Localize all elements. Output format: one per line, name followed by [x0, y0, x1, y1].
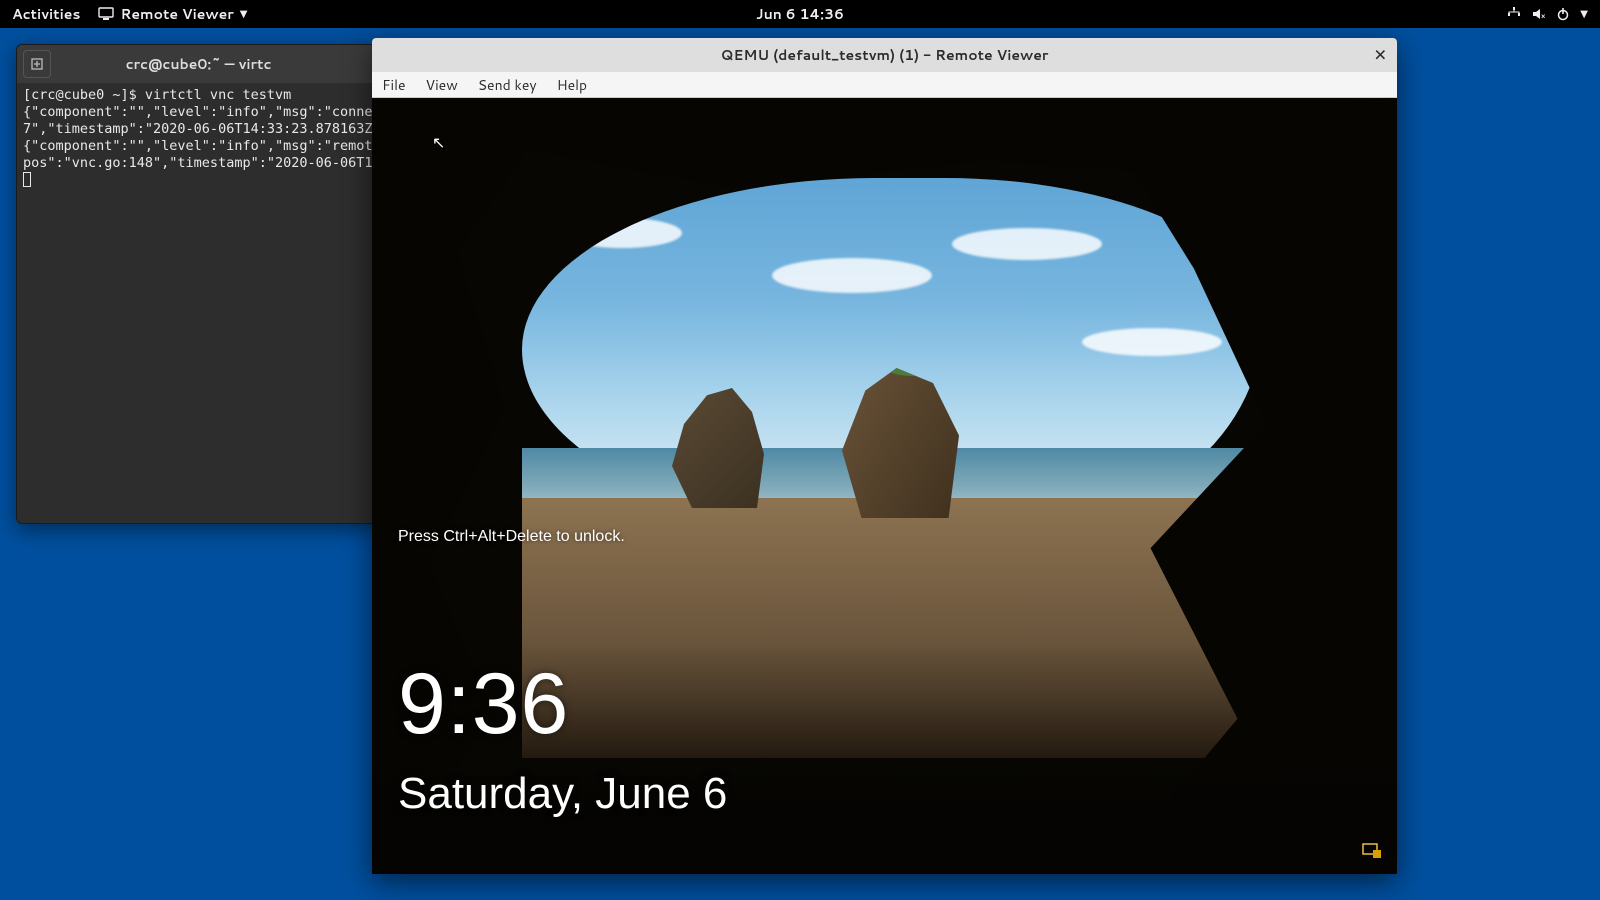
terminal-new-tab-button[interactable] [23, 50, 51, 78]
remote-viewer-titlebar[interactable]: QEMU (default_testvm) (1) - Remote Viewe… [372, 38, 1397, 72]
network-icon [1506, 7, 1522, 21]
terminal-titlebar[interactable]: crc@cube0:~ — virtc [17, 45, 380, 83]
terminal-window[interactable]: crc@cube0:~ — virtc [crc@cube0 ~]$ virtc… [16, 44, 381, 524]
guest-display[interactable]: ↖ Press Ctrl+Alt+Delete to unlock. 9:36 … [372, 98, 1397, 874]
terminal-output[interactable]: [crc@cube0 ~]$ virtctl vnc testvm {"comp… [17, 83, 380, 196]
chevron-down-icon: ▼ [1580, 7, 1588, 21]
gnome-top-bar: Activities Remote Viewer ▼ Jun 6 14:36 x… [0, 0, 1600, 28]
menu-help[interactable]: Help [547, 72, 597, 97]
remote-viewer-title: QEMU (default_testvm) (1) - Remote Viewe… [721, 45, 1049, 65]
volume-icon: x [1532, 7, 1546, 21]
clock[interactable]: Jun 6 14:36 [756, 4, 844, 24]
lockscreen-wallpaper [372, 98, 1397, 874]
terminal-title: crc@cube0:~ — virtc [126, 54, 272, 74]
lockscreen-time: 9:36 [398, 655, 569, 754]
monitor-icon [98, 7, 114, 21]
chevron-down-icon: ▼ [240, 7, 248, 21]
active-app-menu[interactable]: Remote Viewer ▼ [98, 4, 247, 24]
terminal-cursor [23, 172, 31, 187]
menu-file[interactable]: File [372, 72, 416, 97]
active-app-name: Remote Viewer [120, 4, 233, 24]
lockscreen-hint: Press Ctrl+Alt+Delete to unlock. [398, 528, 625, 546]
menu-view[interactable]: View [416, 72, 468, 97]
window-close-button[interactable]: ✕ [1374, 44, 1387, 67]
lockscreen-date: Saturday, June 6 [398, 769, 727, 819]
menu-sendkey[interactable]: Send key [468, 72, 547, 97]
new-tab-icon [30, 57, 44, 71]
lockscreen-network-icon [1361, 842, 1381, 858]
activities-button[interactable]: Activities [12, 4, 80, 24]
system-status-area[interactable]: x ▼ [1506, 7, 1600, 21]
svg-text:x: x [1541, 11, 1546, 21]
remote-viewer-window[interactable]: QEMU (default_testvm) (1) - Remote Viewe… [372, 38, 1397, 874]
power-icon [1556, 7, 1570, 21]
remote-viewer-menubar: File View Send key Help [372, 72, 1397, 98]
